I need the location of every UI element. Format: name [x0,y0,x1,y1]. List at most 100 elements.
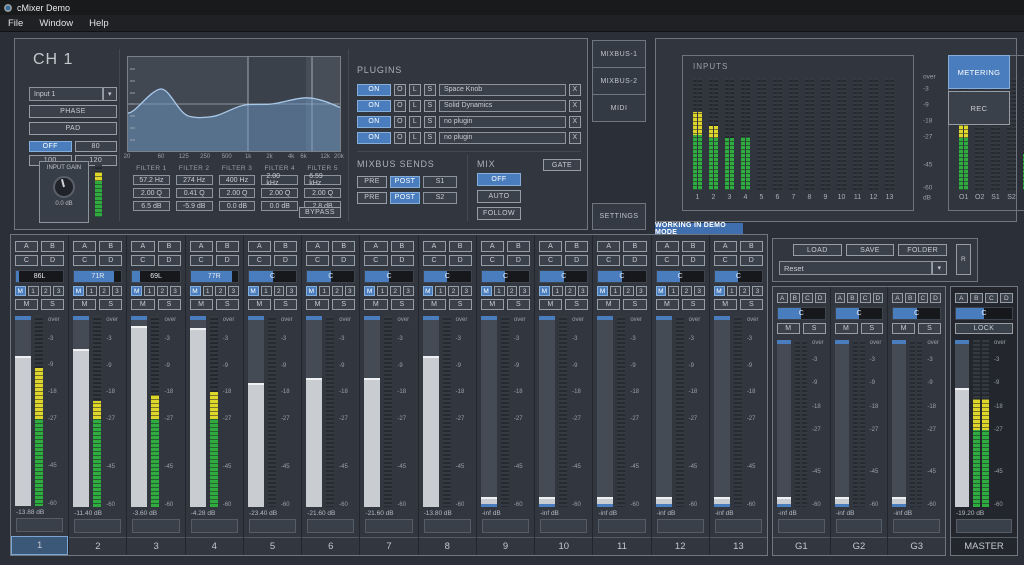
assign-a-button[interactable]: A [539,241,563,252]
assign-2-button[interactable]: 2 [273,286,285,296]
strip-select-tab-G1[interactable]: G1 [773,537,830,555]
assign-a-button[interactable]: A [892,293,904,303]
fader[interactable] [306,316,323,507]
assign-a-button[interactable]: A [73,241,97,252]
assign-1-button[interactable]: 1 [493,286,505,296]
solo-button[interactable]: S [448,299,472,310]
assign-b-button[interactable]: B [681,241,705,252]
strip-select-tab-11[interactable]: 11 [593,537,651,555]
solo-button[interactable]: S [739,299,764,310]
fader[interactable] [131,316,148,507]
eq-bypass-button[interactable]: BYPASS [299,207,341,218]
assign-d-button[interactable]: D [41,255,65,266]
filter-freq-value[interactable]: 400 Hz [218,175,256,185]
pan-slider[interactable]: C [364,270,414,283]
filter-freq-value[interactable]: 57.2 Hz [133,175,170,185]
fader[interactable] [73,316,90,507]
plugin-s-button[interactable]: S [424,83,436,96]
strip-select-tab-4[interactable]: 4 [185,537,243,555]
mute-button[interactable]: M [306,299,330,310]
assign-m-button[interactable]: M [539,286,550,296]
assign-c-button[interactable]: C [802,293,814,303]
channel-name-input[interactable] [778,519,825,533]
preset-r-button[interactable]: R [956,244,971,275]
pan-slider[interactable]: C [777,307,826,320]
send-pre-button[interactable]: PRE [357,191,387,204]
assign-b-button[interactable]: B [970,293,983,303]
lock-button[interactable]: LOCK [955,323,1013,334]
solo-button[interactable]: S [860,323,884,334]
assign-a-button[interactable]: A [422,241,446,252]
assign-c-button[interactable]: C [131,255,155,266]
channel-name-input[interactable] [74,519,122,533]
filter-gain-value[interactable]: 0.0 dB [261,201,299,211]
assign-b-button[interactable]: B [390,241,414,252]
pan-slider[interactable]: C [306,270,356,283]
assign-2-button[interactable]: 2 [390,286,401,296]
assign-b-button[interactable]: B [739,241,764,252]
solo-button[interactable]: S [681,299,705,310]
channel-name-input[interactable] [307,519,355,533]
fader-handle[interactable] [539,497,556,504]
solo-button[interactable]: S [390,299,414,310]
mute-button[interactable]: M [422,299,446,310]
filter-gain-value[interactable]: 6.5 dB [133,201,170,211]
plugin-on-button[interactable]: ON [357,99,391,112]
channel-name-input[interactable] [16,518,64,532]
assign-a-button[interactable]: A [480,241,504,252]
assign-a-button[interactable]: A [15,241,39,252]
fader-handle[interactable] [713,497,730,504]
assign-3-button[interactable]: 3 [752,286,764,296]
plugin-l-button[interactable]: L [409,115,421,128]
fader-handle[interactable] [597,497,614,504]
mute-button[interactable]: M [539,299,563,310]
assign-a-button[interactable]: A [131,241,155,252]
assign-c-button[interactable]: C [15,255,39,266]
fader[interactable] [15,316,31,506]
filter-gain-value[interactable]: -5.9 dB [175,201,213,211]
assign-3-button[interactable]: 3 [577,286,589,296]
assign-3-button[interactable]: 3 [461,286,472,296]
assign-2-button[interactable]: 2 [448,286,460,296]
assign-d-button[interactable]: D [872,293,884,303]
channel-name-input[interactable] [540,519,588,533]
filter-gain-value[interactable]: 0.0 dB [218,201,256,211]
pan-slider[interactable]: 69L [131,270,181,283]
send-pre-button[interactable]: PRE [357,175,387,188]
assign-c-button[interactable]: C [306,255,330,266]
mix-off-button[interactable]: OFF [477,173,521,186]
assign-1-button[interactable]: 1 [202,286,214,296]
assign-d-button[interactable]: D [390,255,414,266]
fader-handle[interactable] [422,355,439,507]
mute-button[interactable]: M [15,299,39,310]
assign-3-button[interactable]: 3 [344,286,356,296]
plugin-name-field[interactable]: Space Knob [439,83,566,96]
strip-select-tab-9[interactable]: 9 [476,537,535,555]
assign-a-button[interactable]: A [364,241,388,252]
plugin-o-button[interactable]: O [394,83,406,96]
assign-c-button[interactable]: C [422,255,446,266]
assign-1-button[interactable]: 1 [86,286,97,296]
fader[interactable] [777,340,791,507]
assign-2-button[interactable]: 2 [622,286,634,296]
rec-button[interactable]: REC [948,91,1010,125]
eq-graph[interactable] [127,56,341,152]
solo-button[interactable]: S [99,299,123,310]
plugin-s-button[interactable]: S [424,131,436,144]
fader-handle[interactable] [777,497,791,504]
assign-b-button[interactable]: B [847,293,859,303]
assign-m-button[interactable]: M [597,286,609,296]
mute-button[interactable]: M [364,299,388,310]
assign-2-button[interactable]: 2 [506,286,518,296]
metering-button[interactable]: METERING [948,55,1010,89]
assign-1-button[interactable]: 1 [260,286,272,296]
load-button[interactable]: LOAD [793,244,842,256]
assign-d-button[interactable]: D [623,255,647,266]
pan-slider[interactable]: 77R [189,270,239,283]
pan-slider[interactable]: C [955,307,1013,320]
assign-c-button[interactable]: C [597,255,621,266]
strip-select-tab-G3[interactable]: G3 [888,537,946,555]
input-select[interactable]: Input 1 [29,87,103,101]
solo-button[interactable]: S [41,299,65,310]
assign-c-button[interactable]: C [713,255,737,266]
